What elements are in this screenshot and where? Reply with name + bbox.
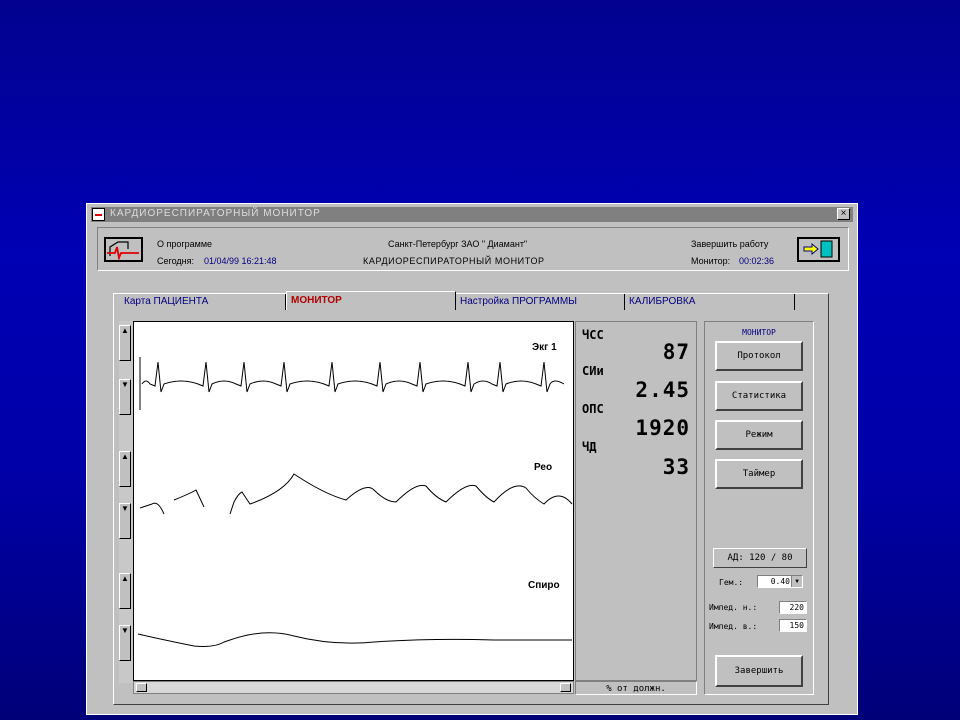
tab-patient-card[interactable]: Карта ПАЦИЕНТА: [120, 294, 286, 310]
vital-label-rr: ЧД: [582, 440, 597, 454]
ecg-heart-icon[interactable]: [104, 237, 143, 262]
vital-label-hr: ЧСС: [582, 328, 604, 342]
scroll-right-button[interactable]: [560, 683, 571, 692]
vital-label-ops: ОПС: [582, 402, 604, 416]
vital-label-si: СИи: [582, 364, 604, 378]
imped-n-input[interactable]: 220: [779, 601, 807, 614]
vitals-panel: ЧСС 87 СИи 2.45 ОПС 1920 ЧД 33: [575, 321, 697, 681]
horizontal-scrollbar[interactable]: [133, 681, 574, 694]
title-bar: КАРДИОРЕСПИРАТОРНЫЙ МОНИТОР ×: [91, 207, 853, 222]
gem-value: 0.40: [770, 577, 790, 586]
triangle-up-icon: ▲: [121, 326, 129, 335]
vital-value-si: 2.45: [635, 378, 690, 402]
exit-button[interactable]: [797, 237, 840, 262]
triangle-up-icon: ▲: [121, 574, 129, 583]
triangle-up-icon: ▲: [121, 452, 129, 461]
exit-door-icon: [803, 240, 833, 258]
channel-label-spiro: Спиро: [528, 580, 560, 591]
exit-label: Завершить работу: [691, 239, 769, 249]
triangle-down-icon: ▼: [121, 504, 129, 513]
scale-down-button-reo[interactable]: ▼: [119, 503, 131, 539]
waveform-svg: [137, 357, 573, 647]
tab-calibration[interactable]: КАЛИБРОВКА: [625, 294, 795, 310]
control-panel: МОНИТОР Протокол Статистика Режим Таймер…: [704, 321, 814, 695]
spiro-waveform: [137, 632, 572, 647]
imped-v-input[interactable]: 150: [779, 619, 807, 632]
channel-label-ecg: Экг 1: [532, 342, 557, 353]
monitor-time-label: Монитор:: [691, 256, 731, 266]
scale-up-button-reo[interactable]: ▲: [119, 451, 131, 487]
mode-button[interactable]: Режим: [715, 420, 803, 450]
vital-value-ops: 1920: [635, 416, 690, 440]
app-window: КАРДИОРЕСПИРАТОРНЫЙ МОНИТОР × О программ…: [86, 203, 858, 715]
triangle-down-icon: ▼: [121, 380, 129, 389]
scroll-left-button[interactable]: [136, 683, 147, 692]
reo-waveform: [139, 473, 573, 515]
gem-label: Гем.:: [719, 578, 744, 587]
statistics-button[interactable]: Статистика: [715, 381, 803, 411]
confirm-button[interactable]: Завершить: [715, 655, 803, 687]
logo-graphic: [107, 241, 139, 262]
about-link[interactable]: О программе: [157, 239, 212, 249]
vital-value-hr: 87: [662, 340, 690, 364]
org-name: Санкт-Петербург ЗАО " Диамант": [388, 239, 528, 249]
close-button[interactable]: ×: [837, 208, 850, 220]
app-subtitle: КАРДИОРЕСПИРАТОРНЫЙ МОНИТОР: [363, 256, 545, 266]
today-label: Сегодня:: [157, 256, 194, 266]
waveform-plot: Экг 1 Рео Спиро: [133, 321, 574, 681]
scale-up-button-ecg[interactable]: ▲: [119, 325, 131, 361]
channel-scale-strip: ▲ ▼ ▲ ▼ ▲ ▼: [119, 321, 133, 683]
timer-button[interactable]: Таймер: [715, 459, 803, 489]
window-title: КАРДИОРЕСПИРАТОРНЫЙ МОНИТОР: [110, 208, 321, 219]
today-value: 01/04/99 16:21:48: [204, 256, 277, 266]
imped-v-label: Импед. в.:: [709, 622, 758, 631]
imped-n-label: Импед. н.:: [709, 603, 758, 612]
tab-program-settings[interactable]: Настройка ПРОГРАММЫ: [456, 294, 625, 310]
blood-pressure-button[interactable]: АД: 120 / 80: [713, 548, 807, 568]
percent-of-norm-label: % от должн.: [575, 681, 697, 695]
scale-down-button-spiro[interactable]: ▼: [119, 625, 131, 661]
scale-down-button-ecg[interactable]: ▼: [119, 379, 131, 415]
protocol-button[interactable]: Протокол: [715, 341, 803, 371]
chevron-down-icon[interactable]: ▼: [791, 576, 802, 587]
ecg-waveform: [141, 361, 565, 393]
monitor-time-value: 00:02:36: [739, 256, 775, 266]
header-panel: О программе Сегодня: 01/04/99 16:21:48 С…: [97, 227, 849, 271]
vital-value-rr: 33: [662, 455, 690, 479]
channel-label-reo: Рео: [534, 462, 553, 473]
panel-title: МОНИТОР: [742, 328, 776, 337]
tab-monitor[interactable]: МОНИТОР: [286, 291, 456, 310]
gem-select[interactable]: 0.40 ▼: [757, 575, 803, 588]
triangle-down-icon: ▼: [121, 626, 129, 635]
scale-up-button-spiro[interactable]: ▲: [119, 573, 131, 609]
app-icon: [92, 208, 105, 221]
